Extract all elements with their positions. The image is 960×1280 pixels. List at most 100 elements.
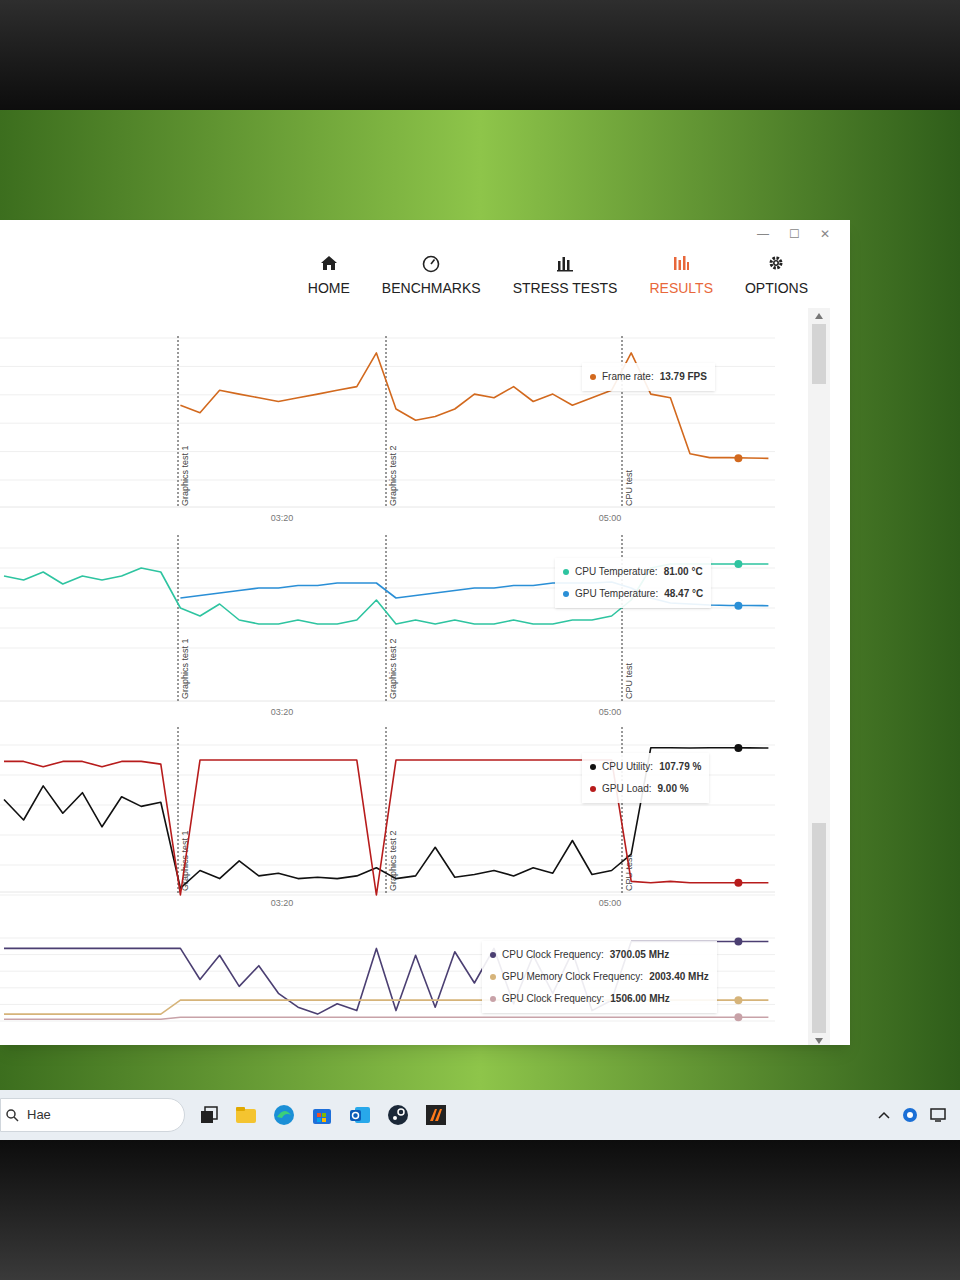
- nav-item[interactable]: BENCHMARKS: [378, 252, 485, 299]
- scroll-thumb-lower[interactable]: [812, 823, 826, 1033]
- test-marker-line: [178, 535, 179, 701]
- series-end-dot: [734, 1013, 742, 1021]
- edge-icon[interactable]: [273, 1104, 295, 1126]
- legend-label: GPU Temperature:: [575, 587, 658, 601]
- legend-row: Frame rate:13.79 FPS: [590, 370, 707, 384]
- test-marker-line: [386, 727, 387, 893]
- line-chart: Graphics test 1Graphics test 2CPU test03…: [0, 308, 790, 533]
- benchmarks-icon: [420, 252, 442, 274]
- top-bezel: [0, 0, 960, 110]
- nav-label: STRESS TESTS: [513, 278, 618, 299]
- legend-value: 107.79 %: [659, 760, 701, 774]
- legend-dot: [590, 374, 596, 380]
- nav-item[interactable]: RESULTS: [645, 252, 717, 299]
- system-tray: [878, 1107, 960, 1123]
- store-icon[interactable]: [311, 1104, 333, 1126]
- time-tick: 03:20: [271, 707, 294, 717]
- series-end-dot: [734, 996, 742, 1004]
- legend-dot: [490, 974, 496, 980]
- series-end-dot: [734, 454, 742, 462]
- legend-row: CPU Temperature:81.00 °C: [563, 565, 703, 579]
- nav-label: BENCHMARKS: [382, 278, 481, 299]
- data-series: [180, 353, 768, 462]
- series-end-dot: [734, 744, 742, 752]
- stress-icon: [554, 252, 576, 274]
- nav-item[interactable]: OPTIONS: [741, 252, 812, 299]
- file-explorer-icon[interactable]: [235, 1105, 257, 1125]
- nav-label: HOME: [308, 278, 350, 299]
- legend-value: 2003.40 MHz: [649, 970, 708, 984]
- test-marker-line: [178, 727, 179, 893]
- legend-dot: [490, 952, 496, 958]
- series-end-dot: [734, 560, 742, 568]
- legend-label: GPU Load:: [602, 782, 651, 796]
- legend-label: CPU Utility:: [602, 760, 653, 774]
- legend-row: CPU Clock Frequency: 3700.05 MHz: [490, 948, 709, 962]
- maximize-button[interactable]: ☐: [789, 225, 800, 243]
- bottom-bezel: [0, 1140, 960, 1280]
- test-marker-line: [386, 336, 387, 508]
- test-marker-label: Graphics test 2: [388, 638, 398, 699]
- chart-legend: Frame rate:13.79 FPS: [582, 363, 715, 391]
- cloud-sync-icon[interactable]: [902, 1107, 918, 1123]
- legend-dot: [563, 569, 569, 575]
- app-window: — ☐ ✕ HOME BENCHMARKS STRESS TESTS RESULTS O…: [0, 220, 850, 1045]
- results-charts: Graphics test 1Graphics test 2CPU test03…: [0, 308, 808, 1045]
- outlook-icon[interactable]: [349, 1104, 371, 1126]
- chart-legend: CPU Clock Frequency: 3700.05 MHz GPU Memor…: [482, 941, 717, 1013]
- taskbar: [0, 1090, 960, 1140]
- task-view-icon[interactable]: [199, 1105, 219, 1125]
- test-marker-line: [622, 727, 623, 893]
- nav-label: OPTIONS: [745, 278, 808, 299]
- chart-panel: Graphics test 1Graphics test 2CPU test03…: [0, 308, 808, 533]
- test-marker-label: Graphics test 1: [180, 638, 190, 699]
- steam-icon[interactable]: [387, 1104, 409, 1126]
- legend-row: CPU Utility: 107.79 %: [590, 760, 701, 774]
- legend-row: GPU Clock Frequency:1506.00 MHz: [490, 992, 709, 1006]
- test-marker-line: [622, 336, 623, 508]
- scrollbar[interactable]: [808, 308, 830, 1045]
- test-marker-line: [178, 336, 179, 508]
- test-marker-label: Graphics test 2: [388, 830, 398, 891]
- home-icon: [318, 252, 340, 274]
- data-series: [4, 560, 768, 624]
- legend-label: CPU Clock Frequency:: [502, 948, 604, 962]
- search-icon: [5, 1108, 19, 1122]
- display-icon[interactable]: [930, 1107, 948, 1123]
- legend-value: 48.47 °C: [664, 587, 703, 601]
- chart-legend: CPU Utility: 107.79 % GPU Load: 9.00 %: [582, 753, 709, 803]
- scroll-thumb[interactable]: [812, 324, 826, 384]
- close-button[interactable]: ✕: [820, 225, 830, 243]
- legend-value: 9.00 %: [657, 782, 688, 796]
- chevron-up-icon[interactable]: [878, 1111, 890, 1119]
- scroll-up-icon[interactable]: [814, 312, 824, 320]
- search-box[interactable]: [0, 1098, 185, 1132]
- minimize-button[interactable]: —: [757, 225, 769, 243]
- test-marker-line: [386, 535, 387, 701]
- search-input[interactable]: [27, 1105, 184, 1125]
- time-tick: 05:00: [599, 513, 622, 523]
- legend-value: 3700.05 MHz: [610, 948, 669, 962]
- data-series: [4, 744, 768, 888]
- series-end-dot: [734, 937, 742, 945]
- nav-item[interactable]: STRESS TESTS: [509, 252, 622, 299]
- legend-value: 13.79 FPS: [660, 370, 707, 384]
- line-chart: Graphics test 1Graphics test 2CPU test03…: [0, 723, 790, 913]
- chart-legend: CPU Temperature:81.00 °C GPU Temperature:…: [555, 558, 711, 608]
- legend-dot: [590, 786, 596, 792]
- time-tick: 05:00: [599, 707, 622, 717]
- test-marker-label: Graphics test 1: [180, 445, 190, 506]
- time-tick: 03:20: [271, 898, 294, 908]
- data-series: [4, 1013, 768, 1021]
- legend-label: GPU Memory Clock Frequency:: [502, 970, 643, 984]
- legend-dot: [490, 996, 496, 1002]
- series-end-dot: [734, 879, 742, 887]
- legend-value: 81.00 °C: [664, 565, 703, 579]
- chart-panel: CPU Clock Frequency: 3700.05 MHz GPU Memor…: [0, 913, 808, 1028]
- scroll-down-icon[interactable]: [814, 1037, 824, 1045]
- legend-row: GPU Memory Clock Frequency: 2003.40 MHz: [490, 970, 709, 984]
- results-icon: [670, 252, 692, 274]
- test-marker-label: Graphics test 2: [388, 445, 398, 506]
- nav-item[interactable]: HOME: [304, 252, 354, 299]
- benchmark-app-icon[interactable]: [425, 1104, 447, 1126]
